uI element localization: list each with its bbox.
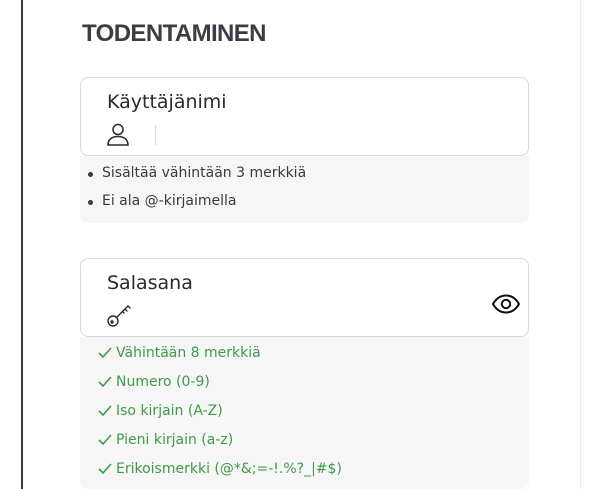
requirement-text: Erikoismerkki (@*&;=-!.%?_|#$) — [116, 461, 342, 477]
password-label: Salasana — [107, 272, 193, 294]
check-icon — [98, 376, 112, 388]
username-label: Käyttäjänimi — [107, 91, 227, 113]
password-field[interactable]: Salasana — [80, 258, 529, 337]
password-requirements: Vähintään 8 merkkiä Numero (0-9) Iso kir… — [80, 337, 529, 489]
user-icon — [106, 122, 130, 150]
username-requirements: Sisältää vähintään 3 merkkiä Ei ala @-ki… — [80, 156, 529, 223]
check-icon — [98, 434, 112, 446]
requirement-text: Vähintään 8 merkkiä — [116, 345, 261, 361]
requirement-text: Iso kirjain (A-Z) — [116, 403, 223, 419]
requirement-text: Numero (0-9) — [116, 374, 210, 390]
requirement-item: Sisältää vähintään 3 merkkiä — [87, 165, 307, 181]
requirement-item: Pieni kirjain (a-z) — [98, 432, 233, 448]
key-icon — [106, 302, 132, 332]
section-title: TODENTAMINEN — [82, 20, 267, 47]
requirement-item: Vähintään 8 merkkiä — [98, 345, 261, 361]
left-divider — [21, 0, 23, 489]
username-input-caret[interactable] — [155, 125, 156, 145]
username-field[interactable]: Käyttäjänimi — [80, 77, 529, 156]
requirement-text: Pieni kirjain (a-z) — [116, 432, 234, 448]
requirement-item: Numero (0-9) — [98, 374, 210, 390]
requirement-item: Erikoismerkki (@*&;=-!.%?_|#$) — [98, 461, 342, 477]
check-icon — [98, 463, 112, 475]
requirement-item: Iso kirjain (A-Z) — [98, 403, 223, 419]
check-icon — [98, 405, 112, 417]
requirement-item: Ei ala @-kirjaimella — [87, 193, 237, 209]
show-password-button[interactable] — [490, 291, 522, 317]
check-icon — [98, 347, 112, 359]
eye-icon — [491, 294, 521, 314]
